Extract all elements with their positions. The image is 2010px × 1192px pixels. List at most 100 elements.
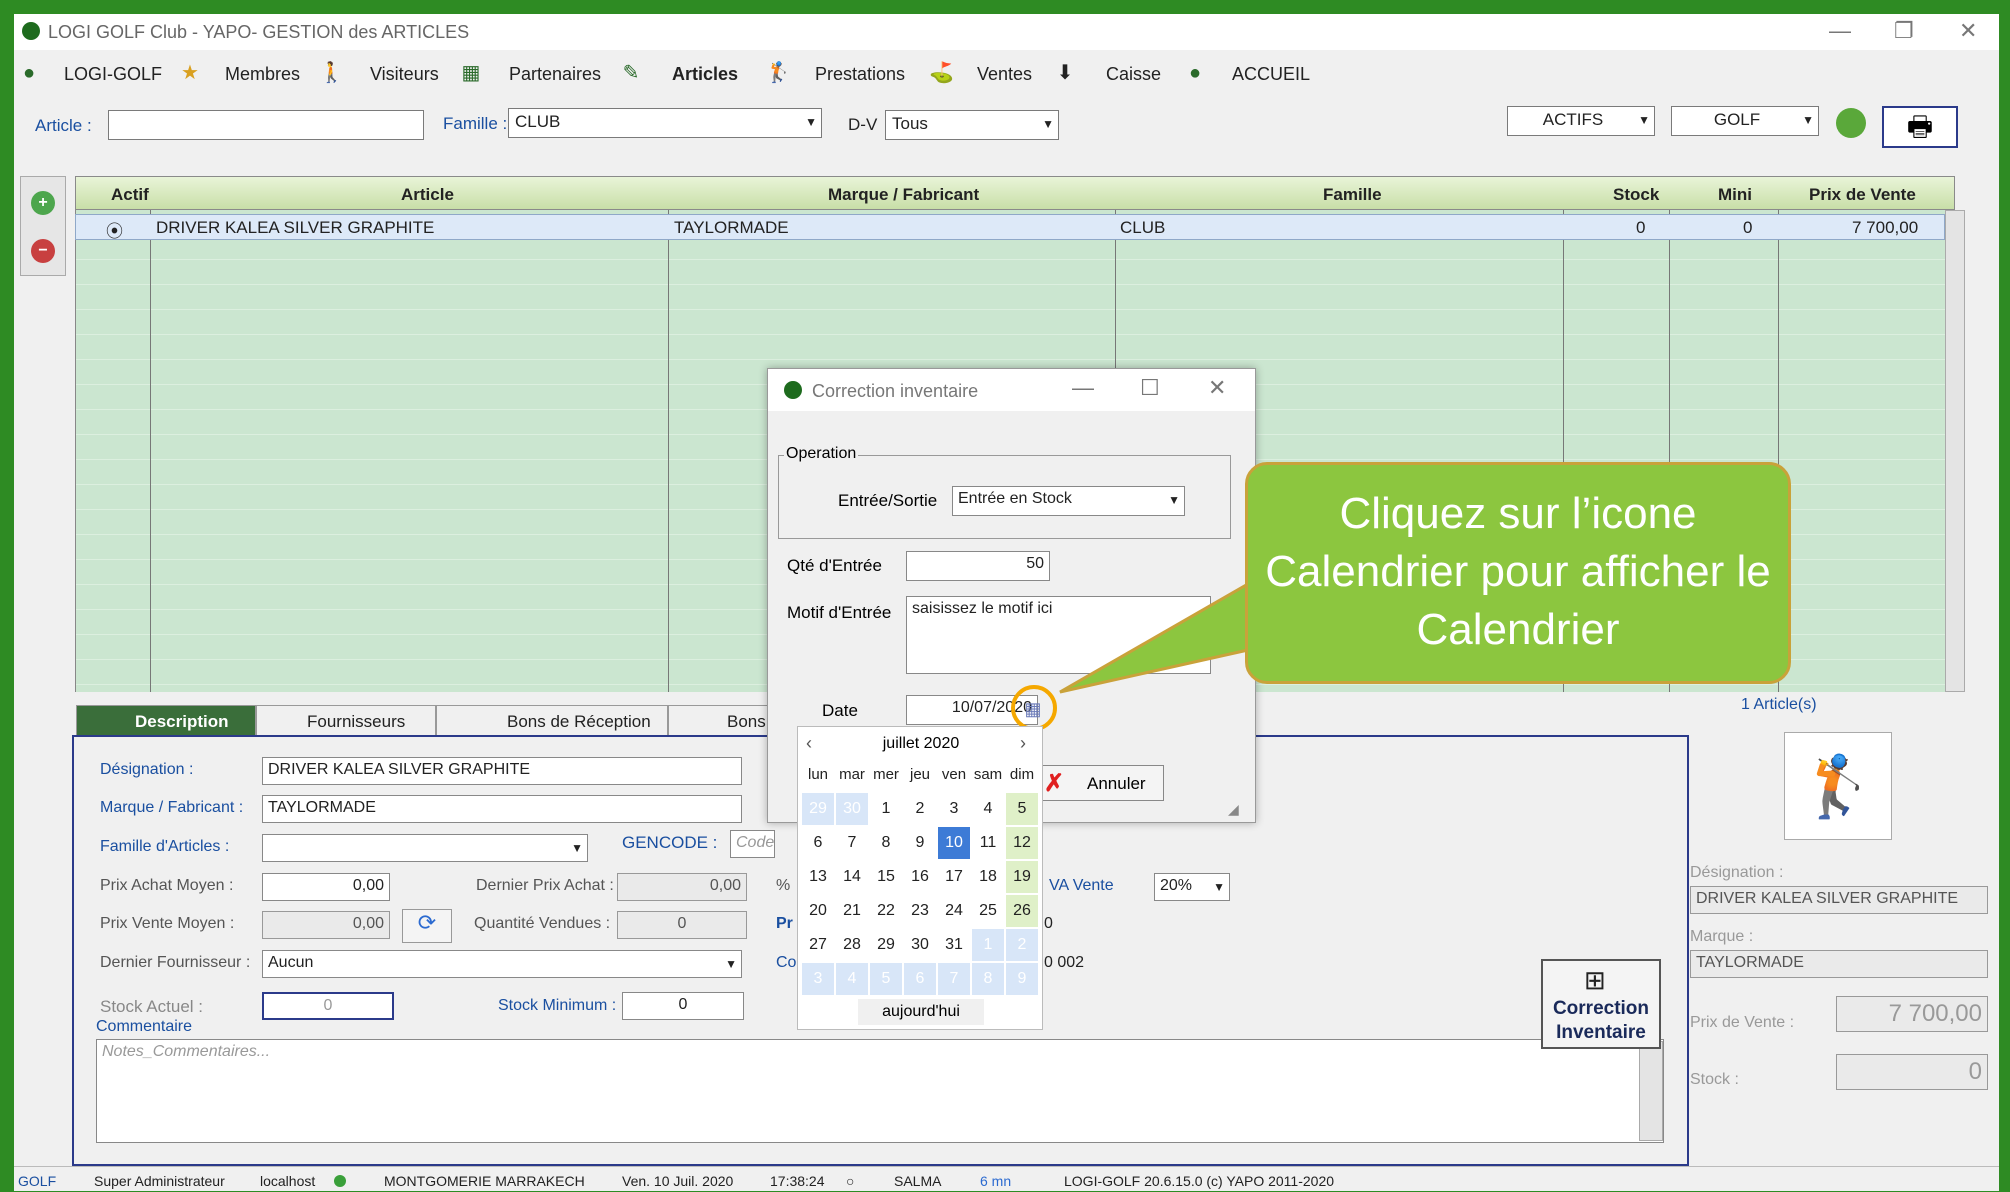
dv-select[interactable]: Tous bbox=[885, 110, 1059, 140]
menu-membres[interactable]: Membres bbox=[225, 64, 300, 85]
menu-caisse[interactable]: Caisse bbox=[1106, 64, 1161, 85]
print-button[interactable]: 🖶 bbox=[1882, 106, 1958, 148]
calendar-day[interactable]: 25 bbox=[972, 895, 1004, 927]
dialog-maximize-icon[interactable]: ☐ bbox=[1140, 375, 1160, 401]
dialog-minimize-icon[interactable]: — bbox=[1072, 375, 1094, 401]
calendar-day[interactable]: 26 bbox=[1006, 895, 1038, 927]
calendar-day[interactable]: 8 bbox=[972, 963, 1004, 995]
refresh-price-icon[interactable]: ⟳ bbox=[402, 909, 452, 943]
calendar-day[interactable]: 6 bbox=[802, 827, 834, 859]
calendar-month[interactable]: juillet 2020 bbox=[798, 735, 1044, 753]
delete-icon[interactable]: − bbox=[31, 239, 55, 263]
famille-select[interactable]: CLUB bbox=[508, 108, 822, 138]
menu-visiteurs[interactable]: Visiteurs bbox=[370, 64, 439, 85]
resize-grip-icon[interactable]: ◢ bbox=[1228, 801, 1239, 818]
menu-accueil[interactable]: ACCUEIL bbox=[1232, 64, 1310, 85]
menu-articles[interactable]: Articles bbox=[672, 64, 738, 85]
gencode-input[interactable]: Code bar bbox=[730, 830, 775, 858]
qte-field[interactable]: 50 bbox=[906, 551, 1050, 581]
pam-field[interactable]: 0,00 bbox=[262, 873, 390, 901]
tab-fournisseurs[interactable]: Fournisseurs bbox=[256, 705, 436, 737]
calendar-day[interactable]: 7 bbox=[938, 963, 970, 995]
golf-select-value: GOLF bbox=[1713, 110, 1761, 129]
calendar-day[interactable]: 21 bbox=[836, 895, 868, 927]
tva-select[interactable]: 20% bbox=[1154, 873, 1230, 901]
calendar-day[interactable]: 1 bbox=[972, 929, 1004, 961]
table-row[interactable]: ⦿ DRIVER KALEA SILVER GRAPHITE TAYLORMAD… bbox=[75, 214, 1945, 242]
col-actif[interactable]: Actif bbox=[111, 185, 149, 205]
es-select[interactable]: Entrée en Stock bbox=[952, 486, 1185, 516]
smin-field[interactable]: 0 bbox=[622, 992, 744, 1020]
cancel-icon: ✗ bbox=[1044, 770, 1065, 797]
article-search-input[interactable] bbox=[108, 110, 424, 140]
calendar-day[interactable]: 11 bbox=[972, 827, 1004, 859]
calendar-day[interactable]: 12 bbox=[1006, 827, 1038, 859]
calendar-day[interactable]: 3 bbox=[938, 793, 970, 825]
refresh-icon[interactable] bbox=[1836, 108, 1866, 138]
dialog-close-icon[interactable]: ✕ bbox=[1208, 375, 1226, 401]
df-select[interactable]: Aucun bbox=[262, 950, 742, 978]
marque-field[interactable]: TAYLORMADE bbox=[262, 795, 742, 823]
calendar-day[interactable]: 27 bbox=[802, 929, 834, 961]
calendar-day[interactable]: 29 bbox=[870, 929, 902, 961]
calendar-day[interactable]: 5 bbox=[1006, 793, 1038, 825]
calendar-day[interactable]: 13 bbox=[802, 861, 834, 893]
today-button[interactable]: aujourd'hui bbox=[858, 999, 984, 1025]
actifs-select[interactable]: ACTIFS bbox=[1507, 106, 1655, 136]
col-famille[interactable]: Famille bbox=[1323, 185, 1382, 205]
calendar-day[interactable]: 30 bbox=[904, 929, 936, 961]
calendar-day[interactable]: 19 bbox=[1006, 861, 1038, 893]
calendar-day[interactable]: 18 bbox=[972, 861, 1004, 893]
calendar-day[interactable]: 24 bbox=[938, 895, 970, 927]
calendar-day[interactable]: 2 bbox=[904, 793, 936, 825]
famille-articles-select[interactable] bbox=[262, 834, 588, 862]
tab-bons-reception[interactable]: Bons de Réception bbox=[436, 705, 668, 737]
calendar-day[interactable]: 2 bbox=[1006, 929, 1038, 961]
calendar-day[interactable]: 29 bbox=[802, 793, 834, 825]
calendar-day[interactable]: 14 bbox=[836, 861, 868, 893]
comment-scrollbar[interactable] bbox=[1639, 1041, 1663, 1141]
col-prix[interactable]: Prix de Vente bbox=[1809, 185, 1916, 205]
calendar-day[interactable]: 4 bbox=[836, 963, 868, 995]
menu-prestations[interactable]: Prestations bbox=[815, 64, 905, 85]
col-stock[interactable]: Stock bbox=[1613, 185, 1659, 205]
grid-scrollbar[interactable] bbox=[1945, 210, 1965, 692]
minimize-icon[interactable]: — bbox=[1829, 18, 1851, 44]
calendar-day[interactable]: 3 bbox=[802, 963, 834, 995]
col-mini[interactable]: Mini bbox=[1718, 185, 1752, 205]
close-icon[interactable]: ✕ bbox=[1959, 18, 1977, 44]
menu-logi-golf[interactable]: LOGI-GOLF bbox=[64, 64, 162, 85]
calendar-day[interactable]: 4 bbox=[972, 793, 1004, 825]
calendar-day[interactable]: 17 bbox=[938, 861, 970, 893]
calendar-day[interactable]: 9 bbox=[904, 827, 936, 859]
restore-icon[interactable]: ❐ bbox=[1894, 18, 1914, 44]
dpa-field: 0,00 bbox=[617, 873, 747, 901]
calendar-day[interactable]: 20 bbox=[802, 895, 834, 927]
add-icon[interactable]: + bbox=[31, 191, 55, 215]
calendar-day[interactable]: 8 bbox=[870, 827, 902, 859]
calendar-day[interactable]: 7 bbox=[836, 827, 868, 859]
golf-select[interactable]: GOLF bbox=[1671, 106, 1819, 136]
col-marque[interactable]: Marque / Fabricant bbox=[828, 185, 979, 205]
menu-ventes[interactable]: Ventes bbox=[977, 64, 1032, 85]
calendar-day[interactable]: 16 bbox=[904, 861, 936, 893]
calendar-day[interactable]: 10 bbox=[938, 827, 970, 859]
designation-field[interactable]: DRIVER KALEA SILVER GRAPHITE bbox=[262, 757, 742, 785]
col-article[interactable]: Article bbox=[401, 185, 454, 205]
calendar-day[interactable]: 5 bbox=[870, 963, 902, 995]
comment-textarea[interactable]: Notes_Commentaires... bbox=[96, 1039, 1664, 1143]
calendar-day[interactable]: 6 bbox=[904, 963, 936, 995]
calendar-day[interactable]: 30 bbox=[836, 793, 868, 825]
calendar-day[interactable]: 1 bbox=[870, 793, 902, 825]
menu-partenaires[interactable]: Partenaires bbox=[509, 64, 601, 85]
calendar-day[interactable]: 28 bbox=[836, 929, 868, 961]
calendar-day[interactable]: 31 bbox=[938, 929, 970, 961]
calendar-day[interactable]: 9 bbox=[1006, 963, 1038, 995]
calendar-day[interactable]: 15 bbox=[870, 861, 902, 893]
article-count: 1 Article(s) bbox=[1741, 696, 1817, 713]
next-month-icon[interactable]: › bbox=[1020, 733, 1026, 754]
calendar-day[interactable]: 23 bbox=[904, 895, 936, 927]
row-actif[interactable]: ⦿ bbox=[106, 217, 123, 242]
tab-description[interactable]: Description bbox=[76, 705, 256, 737]
calendar-day[interactable]: 22 bbox=[870, 895, 902, 927]
